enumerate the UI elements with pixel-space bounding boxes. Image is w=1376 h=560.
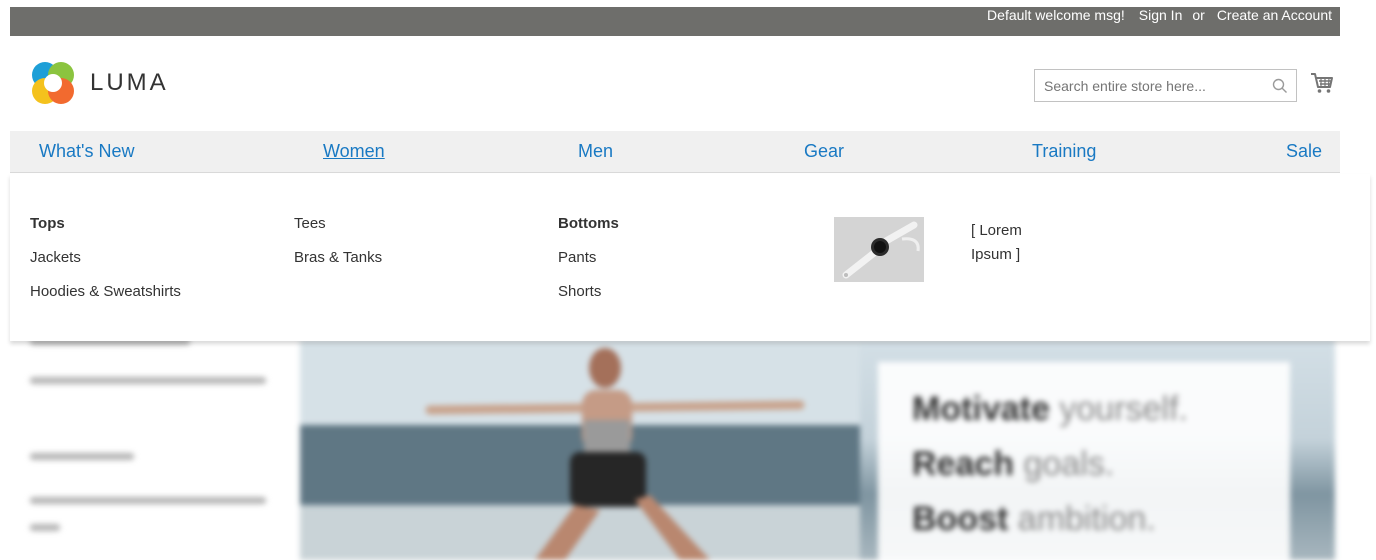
nav-item-sale[interactable]: Sale	[1286, 141, 1322, 162]
search-button[interactable]	[1264, 70, 1296, 101]
search-icon	[1272, 78, 1287, 93]
nav-item-training[interactable]: Training	[1032, 141, 1096, 162]
compare-wishlist-sidebar	[30, 330, 280, 560]
logo-text: LUMA	[90, 69, 169, 96]
menu-link-bras-tanks[interactable]: Bras & Tanks	[294, 249, 382, 266]
women-mega-menu: Tops Jackets Hoodies & Sweatshirts Tees …	[10, 174, 1370, 341]
top-bar: Default welcome msg! Sign In or Create a…	[10, 7, 1340, 36]
menu-link-tops[interactable]: Tops	[30, 215, 65, 232]
nav-item-men[interactable]: Men	[578, 141, 613, 162]
welcome-message: Default welcome msg!	[987, 7, 1125, 23]
promo-watch-image[interactable]	[834, 217, 924, 282]
menu-link-pants[interactable]: Pants	[558, 249, 596, 266]
sign-in-link[interactable]: Sign In	[1139, 7, 1183, 23]
promo-text: [ Lorem Ipsum ]	[971, 222, 1022, 263]
smartwatch-image	[834, 217, 924, 282]
luma-logo-icon	[32, 62, 74, 104]
nav-item-women[interactable]: Women	[323, 141, 385, 162]
menu-link-jackets[interactable]: Jackets	[30, 249, 81, 266]
nav-item-whats-new[interactable]: What's New	[39, 141, 134, 162]
shopping-cart-icon	[1311, 73, 1333, 93]
hero-line-1: Motivate yourself.	[912, 390, 1188, 428]
search-input[interactable]	[1035, 70, 1264, 101]
menu-link-hoodies-sweatshirts[interactable]: Hoodies & Sweatshirts	[30, 283, 181, 300]
cart-button[interactable]	[1309, 70, 1335, 96]
create-account-link[interactable]: Create an Account	[1217, 7, 1332, 23]
menu-link-bottoms[interactable]: Bottoms	[558, 215, 619, 232]
nav-item-gear[interactable]: Gear	[804, 141, 844, 162]
hero-line-2: Reach goals.	[912, 445, 1115, 483]
menu-link-shorts[interactable]: Shorts	[558, 283, 601, 300]
hero-line-3: Boost ambition.	[912, 500, 1156, 538]
menu-link-tees[interactable]: Tees	[294, 215, 326, 232]
yoga-woman-image	[300, 340, 860, 560]
or-text: or	[1192, 7, 1205, 23]
logo[interactable]: LUMA	[30, 60, 169, 106]
top-links: Default welcome msg! Sign In or Create a…	[987, 7, 1332, 23]
main-navigation: What's New Women Men Gear Training Sale	[10, 131, 1340, 173]
hero-banner[interactable]: Motivate yourself. Reach goals. Boost am…	[300, 340, 1335, 560]
search-box	[1034, 69, 1297, 102]
